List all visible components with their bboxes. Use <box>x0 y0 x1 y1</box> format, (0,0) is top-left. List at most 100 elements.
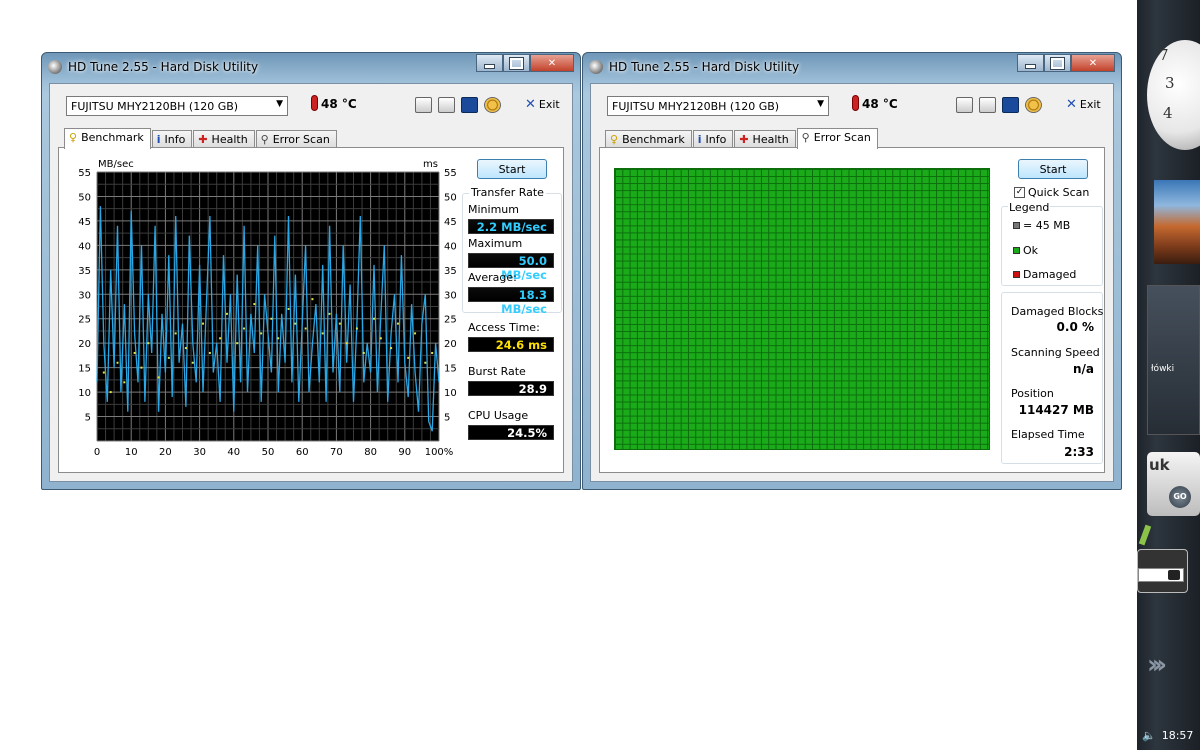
copy-screenshot-icon[interactable] <box>979 97 996 113</box>
damaged-blocks-label: Damaged Blocks <box>1011 305 1104 318</box>
go-button[interactable]: GO <box>1169 486 1191 508</box>
tab-benchmark[interactable]: ♀ Benchmark <box>605 130 692 148</box>
access-time-point <box>304 327 307 330</box>
tab-error-scan[interactable]: ⚲ Error Scan <box>255 130 337 148</box>
thermometer-icon <box>853 96 858 110</box>
copy-info-icon[interactable] <box>415 97 432 113</box>
maximum-label: Maximum <box>468 237 523 250</box>
benchmark-panel: MB/sec ms 55 50 45 40 35 30 25 20 15 10 5 55 50 45 40 35 3… <box>58 147 564 473</box>
window-client: FUJITSU MHY2120BH (120 GB) ▼ 48 °C ✕ Exit … <box>49 83 573 482</box>
start-button[interactable]: Start <box>477 159 547 179</box>
clock-numeral-4: 4 <box>1163 104 1173 122</box>
speaker-icon[interactable]: 🔈 <box>1142 729 1156 742</box>
scanning-speed-label: Scanning Speed <box>1011 346 1100 359</box>
title-bar[interactable]: HD Tune 2.55 - Hard Disk Utility ✕ <box>42 53 580 79</box>
minimum-value: 2.2 MB/sec <box>468 219 554 234</box>
tab-error-scan[interactable]: ⚲ Error Scan <box>796 128 878 149</box>
scanning-speed-value: n/a <box>1072 362 1094 376</box>
quick-scan-checkbox[interactable]: ✓ <box>1014 187 1025 198</box>
save-icon[interactable] <box>461 97 478 113</box>
access-time-point <box>270 317 273 320</box>
access-time-value: 24.6 ms <box>468 337 554 352</box>
access-time-point <box>167 356 170 359</box>
cpu-usage-value: 24.5% <box>468 425 554 440</box>
drive-select-value: FUJITSU MHY2120BH (120 GB) <box>612 100 780 113</box>
options-icon[interactable] <box>1025 97 1042 113</box>
info-icon: i <box>156 133 161 146</box>
tab-label: Benchmark <box>622 133 685 146</box>
tab-label: Health <box>211 133 248 146</box>
close-button[interactable]: ✕ <box>1071 54 1115 72</box>
app-icon <box>48 60 62 74</box>
minimize-button[interactable] <box>476 54 503 72</box>
thermometer-icon <box>312 96 317 110</box>
access-time-label: Access Time: <box>468 321 540 334</box>
legend-block-text: = 45 MB <box>1023 219 1071 232</box>
system-tray: 🔈 18:57 <box>1137 725 1200 750</box>
y-tick-label-right: 40 <box>444 241 457 252</box>
access-time-point <box>431 351 434 354</box>
drive-select[interactable]: FUJITSU MHY2120BH (120 GB) ▼ <box>66 96 288 116</box>
toolbar: FUJITSU MHY2120BH (120 GB) ▼ 48 °C ✕ Exit <box>50 84 572 124</box>
y-tick-label-left: 55 <box>78 168 91 179</box>
damaged-blocks-value: 0.0 % <box>1056 320 1094 334</box>
clock-gadget[interactable]: 3 4 7 <box>1147 40 1200 150</box>
maximize-button[interactable] <box>1044 54 1071 72</box>
position-label: Position <box>1011 387 1054 400</box>
access-time-point <box>338 322 341 325</box>
exit-button[interactable]: ✕ Exit <box>1066 97 1101 112</box>
dictionary-gadget[interactable]: uk GO <box>1147 452 1200 516</box>
drive-select[interactable]: FUJITSU MHY2120BH (120 GB) ▼ <box>607 96 829 116</box>
slideshow-gadget[interactable] <box>1154 180 1200 264</box>
tab-label: Health <box>752 133 789 146</box>
hdtune-window-error-scan: HD Tune 2.55 - Hard Disk Utility ✕ FUJIT… <box>582 52 1122 490</box>
access-time-point <box>174 332 177 335</box>
chevron-down-icon: ▼ <box>276 99 283 109</box>
y-tick-label-left: 40 <box>78 241 91 252</box>
app-icon <box>589 60 603 74</box>
news-gadget[interactable]: łówki <box>1147 285 1200 435</box>
minimize-button[interactable] <box>1017 54 1044 72</box>
exit-button[interactable]: ✕ Exit <box>525 97 560 112</box>
access-time-point <box>287 307 290 310</box>
tab-label: Error Scan <box>813 131 871 144</box>
error-scan-icon: ⚲ <box>260 133 269 146</box>
sidebar-more-chevron-icon[interactable]: ››› <box>1147 650 1167 680</box>
legend-ok-text: Ok <box>1023 244 1039 257</box>
copy-info-icon[interactable] <box>956 97 973 113</box>
access-time-point <box>109 391 112 394</box>
tab-health[interactable]: ✚ Health <box>734 130 796 148</box>
search-icon[interactable] <box>1168 570 1180 580</box>
maximize-button[interactable] <box>503 54 530 72</box>
tab-info[interactable]: i Info <box>151 130 193 148</box>
title-bar[interactable]: HD Tune 2.55 - Hard Disk Utility ✕ <box>583 53 1121 79</box>
save-icon[interactable] <box>1002 97 1019 113</box>
tray-clock[interactable]: 18:57 <box>1162 729 1194 742</box>
access-time-point <box>379 337 382 340</box>
search-gadget[interactable] <box>1137 549 1188 593</box>
close-button[interactable]: ✕ <box>530 54 574 72</box>
minimum-label: Minimum <box>468 203 519 216</box>
hdtune-window-benchmark: HD Tune 2.55 - Hard Disk Utility ✕ FUJIT… <box>41 52 581 490</box>
start-button[interactable]: Start <box>1018 159 1088 179</box>
tab-benchmark[interactable]: ♀ Benchmark <box>64 128 151 149</box>
tab-info[interactable]: i Info <box>692 130 734 148</box>
y-tick-label-left: 20 <box>78 339 91 350</box>
close-icon: ✕ <box>1088 57 1098 69</box>
x-tick-label: 70 <box>330 447 343 458</box>
y-tick-label-right: 55 <box>444 168 457 179</box>
x-tick-label: 30 <box>193 447 206 458</box>
options-icon[interactable] <box>484 97 501 113</box>
access-time-point <box>208 351 211 354</box>
error-scan-panel: Start ✓ Quick Scan Legend = 45 MB Ok Dam… <box>599 147 1105 473</box>
y-tick-label-left: 30 <box>78 290 91 301</box>
error-scan-icon: ⚲ <box>801 131 810 144</box>
access-time-point <box>345 342 348 345</box>
tab-health[interactable]: ✚ Health <box>193 130 255 148</box>
access-time-point <box>390 347 393 350</box>
copy-screenshot-icon[interactable] <box>438 97 455 113</box>
access-time-point <box>140 366 143 369</box>
tab-label: Info <box>705 133 727 146</box>
cpu-usage-label: CPU Usage <box>468 409 529 422</box>
access-time-point <box>133 351 136 354</box>
